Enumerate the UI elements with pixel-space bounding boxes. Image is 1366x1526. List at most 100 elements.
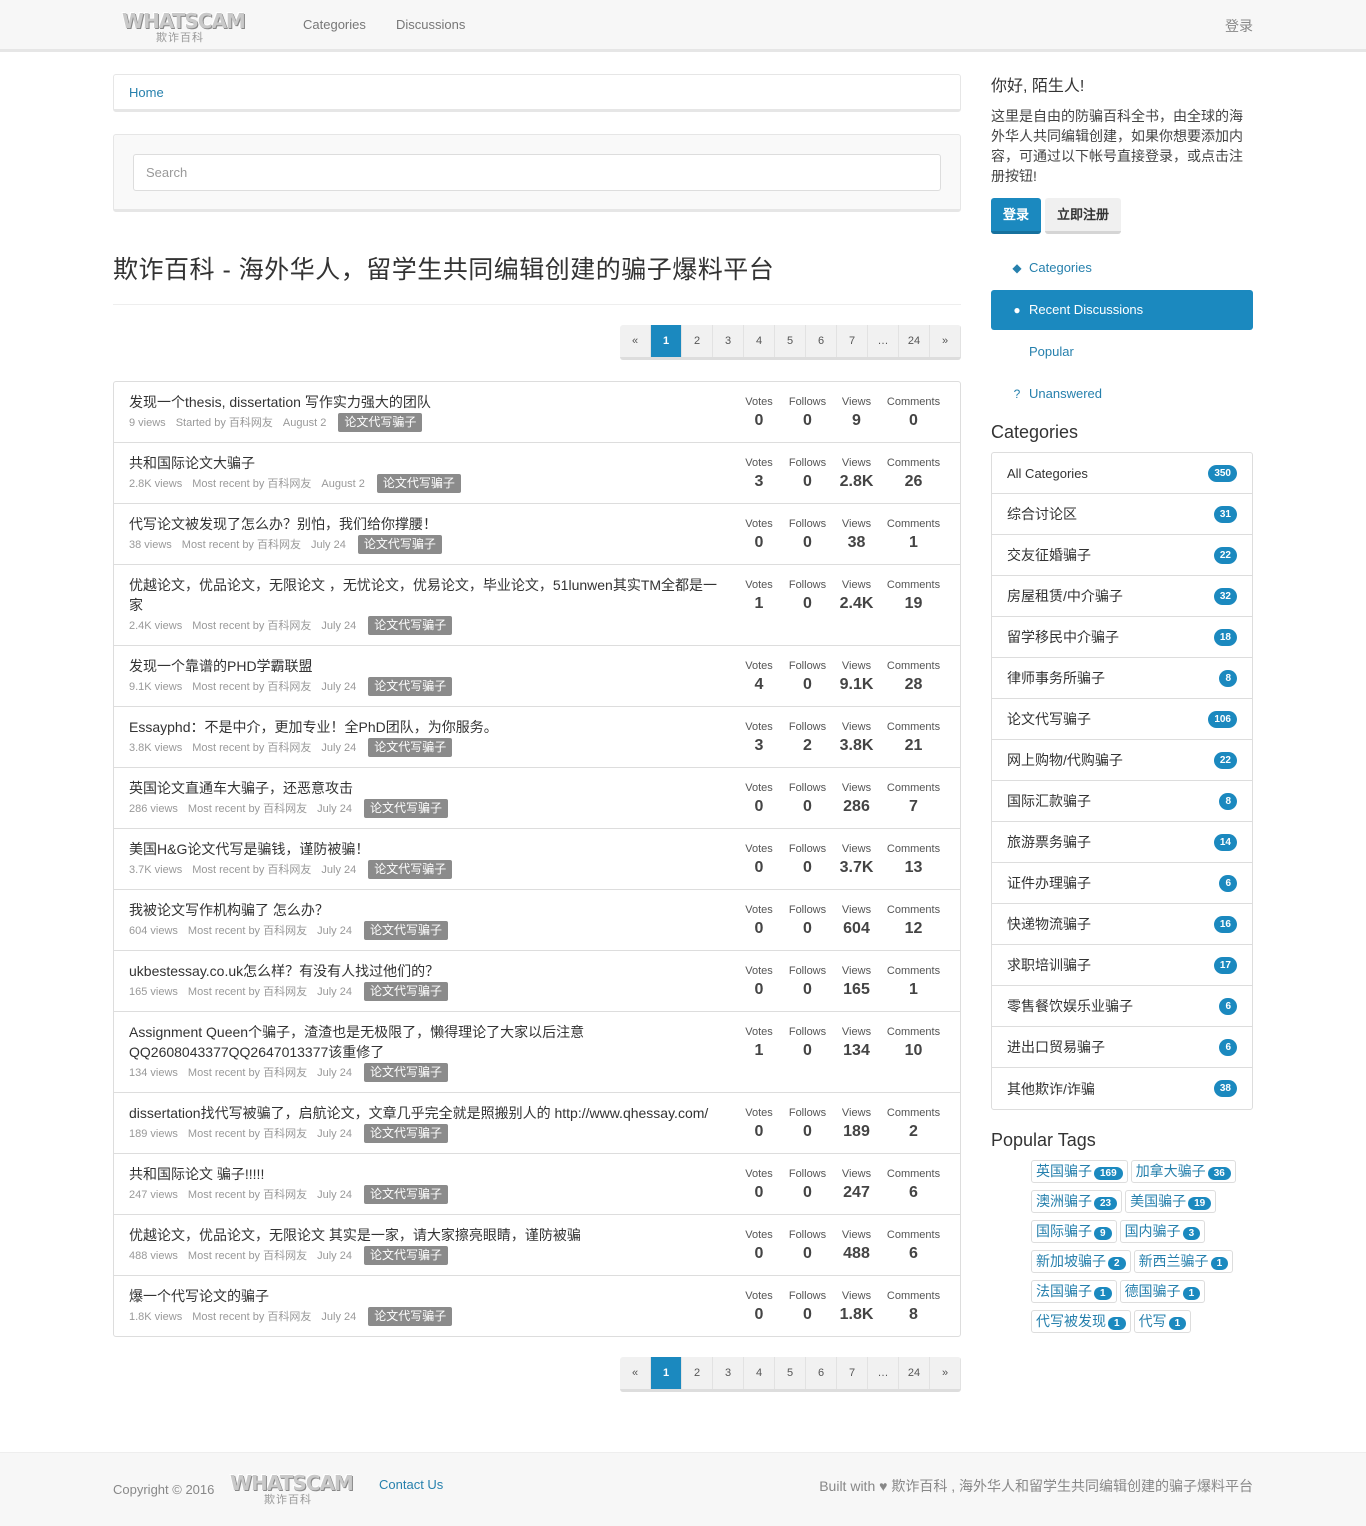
popular-tag[interactable]: 澳洲骗子 23 — [1031, 1190, 1123, 1213]
tag-count-badge: 169 — [1094, 1167, 1123, 1180]
category-item[interactable]: 交友征婚骗子 22 — [992, 535, 1252, 576]
category-item[interactable]: 零售餐饮娱乐业骗子 6 — [992, 986, 1252, 1027]
pager-page-5[interactable]: 5 — [775, 1357, 806, 1389]
popular-tag[interactable]: 国内骗子 3 — [1119, 1220, 1206, 1243]
popular-tag[interactable]: 法国骗子 1 — [1031, 1280, 1117, 1303]
category-item[interactable]: 其他欺诈/诈骗 38 — [992, 1068, 1252, 1109]
register-button[interactable]: 立即注册 — [1045, 198, 1122, 234]
pager-next-button[interactable]: » — [930, 1357, 961, 1389]
topic-category-tag[interactable]: 论文代写骗子 — [363, 1063, 448, 1082]
breadcrumb: Home — [113, 74, 961, 112]
contact-us-link[interactable]: Contact Us — [379, 1477, 443, 1492]
category-item[interactable]: 国际汇款骗子 8 — [992, 781, 1252, 822]
category-count-badge: 16 — [1213, 915, 1237, 933]
topic-category-tag[interactable]: 论文代写骗子 — [376, 474, 461, 493]
pager-page-6[interactable]: 6 — [806, 325, 837, 357]
pager-page-4[interactable]: 4 — [744, 1357, 775, 1389]
category-item[interactable]: 房屋租赁/中介骗子 32 — [992, 576, 1252, 617]
pager-page-4[interactable]: 4 — [744, 325, 775, 357]
stat-follows-value: 2 — [803, 737, 812, 754]
topic-category-tag[interactable]: 论文代写骗子 — [368, 1307, 453, 1326]
topic-title-link[interactable]: 发现一个thesis, dissertation 写作实力强大的团队 — [129, 392, 725, 412]
popular-tag[interactable]: 新加坡骗子 2 — [1031, 1250, 1131, 1273]
breadcrumb-home-link[interactable]: Home — [129, 85, 164, 100]
pager-prev-button[interactable]: « — [620, 1357, 651, 1389]
topic-category-tag[interactable]: 论文代写骗子 — [368, 738, 453, 757]
topic-category-tag[interactable]: 论文代写骗子 — [357, 535, 442, 554]
nav-discussions-link[interactable]: Discussions — [396, 17, 465, 32]
topic-category-tag[interactable]: 论文代写骗子 — [363, 799, 448, 818]
category-item[interactable]: 证件办理骗子 6 — [992, 863, 1252, 904]
topic-title-link[interactable]: Assignment Queen个骗子，渣渣也是无极限了，懒得理论了大家以后注意… — [129, 1022, 725, 1062]
topic-category-tag[interactable]: 论文代写骗子 — [338, 413, 423, 432]
popular-tag[interactable]: 德国骗子 1 — [1119, 1280, 1206, 1303]
topic-category-tag[interactable]: 论文代写骗子 — [363, 1246, 448, 1265]
popular-tag[interactable]: 代写被发现 1 — [1031, 1310, 1131, 1333]
topic-title-link[interactable]: ukbestessay.co.uk怎么样？有没有人找过他们的？ — [129, 961, 725, 981]
pager-page-24[interactable]: 24 — [899, 1357, 930, 1389]
pager-page-7[interactable]: 7 — [837, 325, 868, 357]
stat-views-label: Views — [841, 660, 872, 672]
topic-title-link[interactable]: 优越论文，优品论文，无限论文 其实是一家，请大家擦亮眼睛，谨防被骗 — [129, 1225, 725, 1245]
topic-title-link[interactable]: 发现一个靠谱的PHD学霸联盟 — [129, 656, 725, 676]
pager-page-6[interactable]: 6 — [806, 1357, 837, 1389]
topic-title-link[interactable]: 代写论文被发现了怎么办？别怕，我们给你撑腰！ — [129, 514, 725, 534]
nav-login-link[interactable]: 登录 — [1225, 16, 1253, 36]
popular-tag[interactable]: 代写 1 — [1133, 1310, 1192, 1333]
topic-category-tag[interactable]: 论文代写骗子 — [368, 677, 453, 696]
pager-page-1[interactable]: 1 — [651, 325, 682, 357]
pager-page-2[interactable]: 2 — [682, 325, 713, 357]
sidebar-nav-unanswered[interactable]: ? Unanswered — [991, 374, 1253, 414]
pager-page-7[interactable]: 7 — [837, 1357, 868, 1389]
popular-tag[interactable]: 国际骗子 9 — [1031, 1220, 1117, 1243]
topic-category-tag[interactable]: 论文代写骗子 — [363, 921, 448, 940]
popular-tag[interactable]: 加拿大骗子 36 — [1130, 1160, 1236, 1183]
category-item[interactable]: 网上购物/代购骗子 22 — [992, 740, 1252, 781]
login-button[interactable]: 登录 — [991, 198, 1042, 234]
pager-page-1[interactable]: 1 — [651, 1357, 682, 1389]
topic-row: 优越论文，优品论文，无限论文 其实是一家，请大家擦亮眼睛，谨防被骗 488 vie… — [114, 1215, 960, 1276]
category-item[interactable]: 留学移民中介骗子 18 — [992, 617, 1252, 658]
sidebar-nav-categories[interactable]: ◆ Categories — [991, 248, 1253, 288]
site-logo[interactable]: WHATSCAM 欺诈百科 — [122, 10, 246, 48]
topic-title-link[interactable]: 英国论文直通车大骗子，还恶意攻击 — [129, 778, 725, 798]
stat-votes-label: Votes — [745, 579, 773, 591]
topic-title-link[interactable]: 美国H&G论文代写是骗钱，谨防被骗！ — [129, 839, 725, 859]
topic-title-link[interactable]: Essayphd：不是中介，更加专业！全PhD团队，为你服务。 — [129, 717, 725, 737]
category-item[interactable]: 综合讨论区 31 — [992, 494, 1252, 535]
sidebar-nav-recent-discussions[interactable]: ● Recent Discussions — [991, 290, 1253, 330]
stat-views-label: Views — [841, 965, 872, 977]
pager-page-24[interactable]: 24 — [899, 325, 930, 357]
sidebar-nav-popular[interactable]: Popular — [991, 332, 1253, 372]
category-item[interactable]: 快递物流骗子 16 — [992, 904, 1252, 945]
category-item[interactable]: 论文代写骗子 106 — [992, 699, 1252, 740]
topic-title-link[interactable]: 爆一个代写论文的骗子 — [129, 1286, 725, 1306]
topic-title-link[interactable]: dissertation找代写被骗了，启航论文，文章几乎完全就是照搬别人的 ht… — [129, 1103, 725, 1123]
pager-page-5[interactable]: 5 — [775, 325, 806, 357]
pager-prev-button[interactable]: « — [620, 325, 651, 357]
topic-title-link[interactable]: 优越论文，优品论文，无限论文 ，无忧论文，优易论文，毕业论文，51lunwen其… — [129, 575, 725, 615]
nav-categories-link[interactable]: Categories — [303, 17, 366, 32]
pager-page-3[interactable]: 3 — [713, 325, 744, 357]
category-item[interactable]: All Categories 350 — [992, 453, 1252, 494]
topic-category-tag[interactable]: 论文代写骗子 — [363, 1185, 448, 1204]
stat-follows-label: Follows — [788, 579, 827, 591]
category-item[interactable]: 求职培训骗子 17 — [992, 945, 1252, 986]
search-input[interactable] — [133, 154, 941, 191]
category-item[interactable]: 旅游票务骗子 14 — [992, 822, 1252, 863]
topic-title-link[interactable]: 共和国际论文 骗子!!!!! — [129, 1164, 725, 1184]
popular-tag[interactable]: 新西兰骗子 1 — [1133, 1250, 1234, 1273]
topic-category-tag[interactable]: 论文代写骗子 — [363, 1124, 448, 1143]
pager-page-2[interactable]: 2 — [682, 1357, 713, 1389]
popular-tag[interactable]: 英国骗子 169 — [1031, 1160, 1128, 1183]
category-item[interactable]: 律师事务所骗子 8 — [992, 658, 1252, 699]
pager-page-3[interactable]: 3 — [713, 1357, 744, 1389]
topic-category-tag[interactable]: 论文代写骗子 — [363, 982, 448, 1001]
category-item[interactable]: 进出口贸易骗子 6 — [992, 1027, 1252, 1068]
topic-category-tag[interactable]: 论文代写骗子 — [368, 860, 453, 879]
topic-title-link[interactable]: 我被论文写作机构骗了 怎么办？ — [129, 900, 725, 920]
topic-category-tag[interactable]: 论文代写骗子 — [368, 616, 453, 635]
pager-next-button[interactable]: » — [930, 325, 961, 357]
topic-title-link[interactable]: 共和国际论文大骗子 — [129, 453, 725, 473]
popular-tag[interactable]: 美国骗子 19 — [1125, 1190, 1217, 1213]
